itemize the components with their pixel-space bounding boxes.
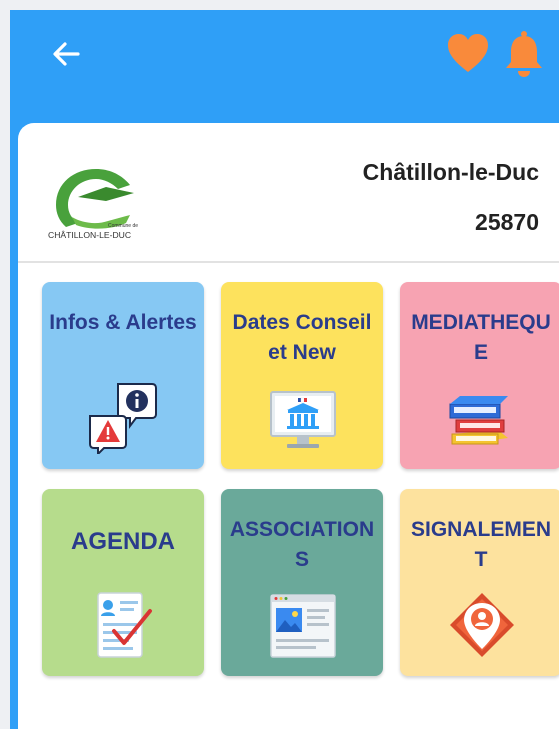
tile-associations[interactable]: ASSOCIATIONS [221, 489, 383, 676]
arrow-left-icon [53, 42, 80, 66]
tile-agenda[interactable]: AGENDA [42, 489, 204, 676]
main-card: Commune de CHÂTILLON-LE-DUC Châtillon-le… [18, 123, 559, 729]
tile-infos-alertes[interactable]: Infos & Alertes [42, 282, 204, 469]
tile-label: Infos & Alertes [49, 311, 197, 334]
svg-text:CHÂTILLON-LE-DUC: CHÂTILLON-LE-DUC [48, 230, 131, 240]
top-bar [10, 10, 559, 130]
favorite-button[interactable] [446, 32, 490, 76]
tile-mediatheque[interactable]: MEDIATHEQUE [400, 282, 559, 469]
back-button[interactable] [48, 36, 84, 72]
town-hall-screen-icon [270, 391, 336, 448]
tile-dates-conseil[interactable]: Dates Conseil et New [221, 282, 383, 469]
books-icon [449, 396, 508, 445]
alert-info-icon [89, 383, 157, 454]
tile-label: ASSOCIATIONS [229, 518, 375, 571]
header-divider [18, 261, 559, 263]
tile-signalement[interactable]: SIGNALEMENT [400, 489, 559, 676]
web-page-icon [270, 594, 336, 658]
commune-header: Commune de CHÂTILLON-LE-DUC Châtillon-le… [18, 123, 559, 261]
city-name: Châtillon-le-Duc [362, 159, 539, 185]
map-pin-icon [450, 593, 514, 657]
tile-label: Dates Conseil et New [232, 311, 372, 364]
app-screen: Commune de CHÂTILLON-LE-DUC Châtillon-le… [10, 10, 559, 729]
svg-text:Commune de: Commune de [108, 223, 138, 229]
tile-label: MEDIATHEQUE [411, 311, 551, 364]
checklist-icon [97, 592, 152, 658]
postal-code: 25870 [475, 209, 539, 235]
notifications-button[interactable] [504, 30, 544, 78]
tile-label: AGENDA [70, 528, 175, 555]
heart-icon [448, 34, 488, 72]
commune-logo: Commune de CHÂTILLON-LE-DUC [48, 157, 140, 247]
bell-icon [506, 31, 542, 77]
tile-label: SIGNALEMENT [410, 518, 551, 571]
